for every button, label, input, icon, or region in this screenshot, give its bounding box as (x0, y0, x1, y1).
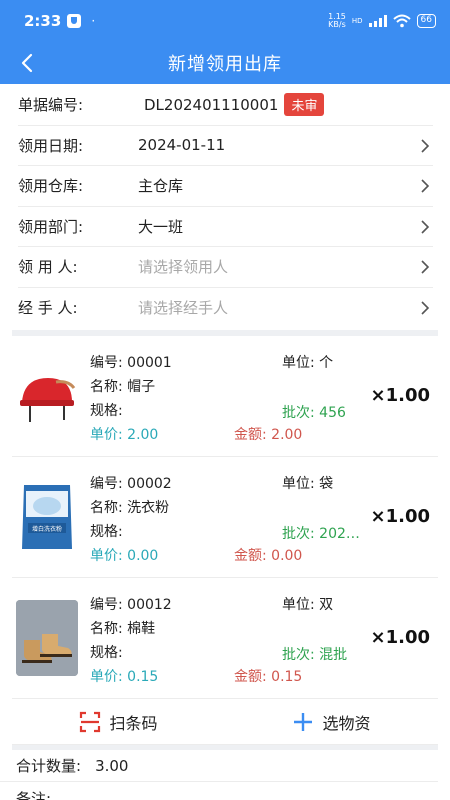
chevron-right-icon (421, 138, 430, 153)
battery-icon: 66 (416, 14, 436, 28)
item-batch: 批次: 混批 (282, 647, 348, 663)
date-label: 领用日期: (18, 136, 84, 155)
notification-dot: · (91, 14, 96, 28)
scan-label: 扫条码 (109, 713, 158, 733)
item-code: 编号: 00002 (90, 476, 172, 492)
item-name: 名称: 洗衣粉 (90, 500, 170, 516)
item-unit: 单位: 袋 (282, 476, 334, 492)
status-bar: 2:33 · 1.15 KB/s HD 66 (0, 0, 450, 42)
net-speed-unit: KB/s (328, 20, 346, 29)
item-batch: 批次: 456 (282, 405, 346, 421)
handler-label: 经 手 人: (18, 299, 78, 318)
signal-icon (368, 15, 387, 27)
warehouse-label: 领用仓库: (18, 177, 84, 196)
detergent-image: 增白洗衣粉 (16, 479, 78, 555)
chevron-right-icon (421, 219, 430, 234)
chevron-left-icon[interactable] (16, 51, 40, 75)
date-row[interactable]: 领用日期: 2024-01-11 (18, 126, 433, 166)
item-amount: 金额: 0.15 (234, 669, 303, 685)
warehouse-value: 主仓库 (138, 177, 184, 196)
status-badge: 未审 (284, 93, 325, 117)
list-item[interactable]: 编号: 00001 单位: 个 名称: 帽子 规格: 批次: 456 单价: 2… (12, 336, 438, 457)
department-label: 领用部门: (18, 217, 84, 236)
item-price: 单价: 2.00 (90, 427, 159, 443)
item-quantity[interactable]: ×1.00 (371, 506, 431, 527)
item-quantity[interactable]: ×1.00 (371, 627, 431, 648)
item-price: 单价: 0.00 (90, 548, 159, 564)
handler-placeholder: 请选择经手人 (138, 299, 229, 318)
page-title: 新增领用出库 (168, 54, 282, 75)
status-indicators: 1.15 KB/s HD 66 (328, 13, 436, 29)
item-spec: 规格: (90, 645, 123, 661)
scan-icon (80, 711, 101, 732)
net-type: HD (351, 17, 363, 25)
item-spec: 规格: (90, 403, 123, 419)
status-time: 2:33 (24, 12, 62, 30)
handler-row[interactable]: 经 手 人: 请选择经手人 (18, 288, 433, 329)
item-code: 编号: 00012 (90, 597, 172, 613)
detergent-label: 增白洗衣粉 (32, 525, 62, 533)
list-item[interactable]: 增白洗衣粉 编号: 00002 单位: 袋 名称: 洗衣粉 规格: 批次: 20… (12, 457, 438, 578)
date-value: 2024-01-11 (138, 136, 226, 155)
item-name: 名称: 帽子 (90, 379, 156, 395)
item-name: 名称: 棉鞋 (90, 621, 156, 637)
total-row: 合计数量: 3.00 (0, 750, 438, 782)
doc-no-value: DL202401110001 (144, 95, 279, 114)
total-label: 合计数量: (16, 757, 82, 775)
select-material-button[interactable]: 选物资 (225, 710, 438, 734)
list-item[interactable]: 编号: 00012 单位: 双 名称: 棉鞋 规格: 批次: 混批 单价: 0.… (12, 578, 438, 699)
item-code: 编号: 00001 (90, 355, 172, 371)
recipient-label: 领 用 人: (18, 258, 78, 277)
helmet-image (16, 358, 78, 434)
recipient-placeholder: 请选择领用人 (138, 258, 229, 277)
chevron-right-icon (421, 179, 430, 193)
nav-bar: 新增领用出库 (0, 42, 450, 84)
doc-no-row: 单据编号: DL202401110001 未审 (18, 85, 433, 126)
select-label: 选物资 (322, 713, 371, 733)
plus-icon (294, 712, 313, 731)
department-value: 大一班 (138, 217, 184, 236)
item-price: 单价: 0.15 (90, 669, 159, 685)
boots-image (16, 600, 78, 676)
item-quantity[interactable]: ×1.00 (371, 385, 431, 406)
remark-label: 备注: (16, 789, 52, 800)
item-amount: 金额: 2.00 (234, 427, 303, 443)
warehouse-row[interactable]: 领用仓库: 主仓库 (18, 166, 433, 207)
net-speed: 1.15 KB/s (328, 13, 346, 29)
wifi-icon (392, 14, 411, 28)
scan-barcode-button[interactable]: 扫条码 (12, 710, 225, 734)
department-row[interactable]: 领用部门: 大一班 (18, 207, 433, 247)
item-spec: 规格: (90, 524, 123, 540)
chevron-right-icon (421, 300, 430, 315)
recipient-row[interactable]: 领 用 人: 请选择领用人 (18, 247, 433, 288)
remark-row[interactable]: 备注: (0, 782, 438, 800)
action-bar: 扫条码 选物资 (12, 699, 438, 745)
item-unit: 单位: 个 (282, 355, 334, 371)
item-batch: 批次: 202… (282, 526, 360, 542)
total-value: 3.00 (95, 756, 129, 775)
doc-no-label: 单据编号: (18, 96, 84, 115)
shield-icon (67, 14, 82, 28)
item-amount: 金额: 0.00 (234, 548, 303, 564)
item-unit: 单位: 双 (282, 597, 334, 613)
chevron-right-icon (421, 260, 430, 274)
